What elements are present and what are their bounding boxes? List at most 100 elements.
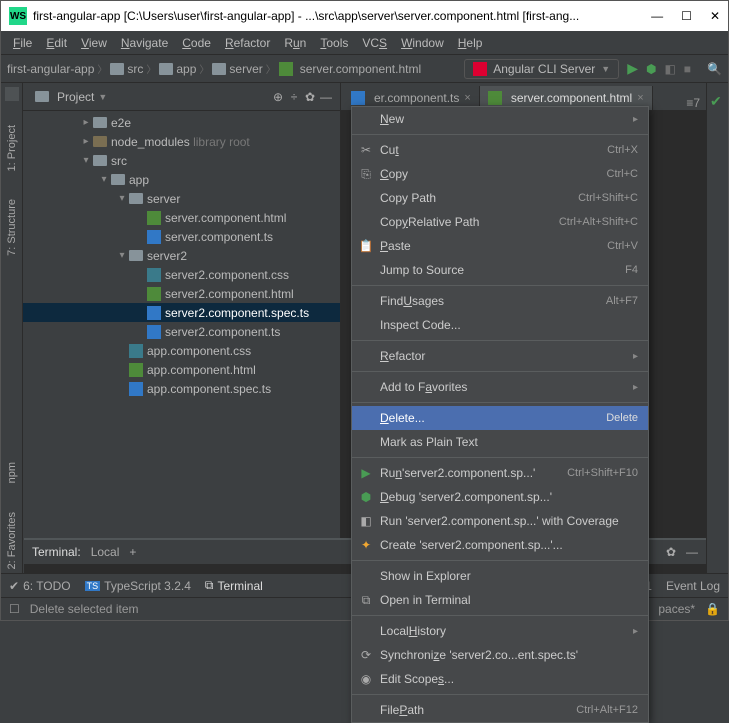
terminal-label: Terminal: [32, 545, 81, 559]
tree-e2e[interactable]: e2e [111, 116, 131, 130]
ctx-new[interactable]: New▸ [352, 107, 648, 131]
menu-navigate[interactable]: Navigate [115, 34, 174, 52]
crumb-file[interactable]: server.component.html [300, 62, 421, 76]
ctx-inspect-code[interactable]: Inspect Code... [352, 313, 648, 337]
folder-icon [35, 91, 49, 102]
tree-node-modules[interactable]: node_modules [111, 135, 190, 149]
ctx-jump-to-source[interactable]: Jump to SourceF4 [352, 258, 648, 282]
ctx-refactor[interactable]: Refactor▸ [352, 344, 648, 368]
locate-icon[interactable]: ⊕ [270, 90, 286, 104]
gear-icon[interactable]: ✿ [666, 545, 676, 559]
left-gutter: 1: Project 7: Structure npm 2: Favorites [1, 83, 23, 573]
tree-app-css[interactable]: app.component.css [147, 344, 251, 358]
menu-refactor[interactable]: Refactor [219, 34, 276, 52]
ctx-run[interactable]: ▶Run 'server2.component.sp...'Ctrl+Shift… [352, 461, 648, 485]
tree-server[interactable]: server [147, 192, 180, 206]
chevron-down-icon: ▼ [98, 92, 107, 102]
ctx-explorer[interactable]: Show in Explorer [352, 564, 648, 588]
window-title: first-angular-app [C:\Users\user\first-a… [33, 9, 651, 23]
menu-tools[interactable]: Tools [314, 34, 354, 52]
status-lock-icon[interactable]: 🔒 [705, 602, 720, 616]
menu-run[interactable]: Run [278, 34, 312, 52]
angular-icon [473, 62, 487, 76]
html-icon [488, 91, 502, 105]
close-icon[interactable]: ✕ [710, 9, 720, 23]
check-icon: ✔ [710, 93, 722, 110]
menu-code[interactable]: Code [176, 34, 217, 52]
terminal-tab-local[interactable]: Local [91, 545, 120, 559]
maximize-icon[interactable]: ☐ [681, 9, 692, 23]
hide-icon[interactable]: — [318, 90, 334, 104]
close-icon[interactable]: × [464, 92, 470, 104]
tree-server2-ts[interactable]: server2.component.ts [165, 325, 280, 339]
menu-vcs[interactable]: VCS [356, 34, 393, 52]
ctx-mark-plain[interactable]: Mark as Plain Text [352, 430, 648, 454]
tree-app-html[interactable]: app.component.html [147, 363, 256, 377]
ctx-local-history[interactable]: Local History▸ [352, 619, 648, 643]
right-gutter: ✔ [706, 83, 728, 573]
folder-icon [159, 63, 173, 75]
project-sidebar: Project ▼ ⊕ ÷ ✿ — ▸e2e ▸node_modules lib… [23, 83, 341, 573]
ctx-coverage[interactable]: ◧Run 'server2.component.sp...' with Cove… [352, 509, 648, 533]
ctx-copy-path[interactable]: Copy PathCtrl+Shift+C [352, 186, 648, 210]
ctx-create-config[interactable]: ✦Create 'server2.component.sp...'... [352, 533, 648, 557]
ctx-file-path[interactable]: File PathCtrl+Alt+F12 [352, 698, 648, 722]
tree-server2-spec[interactable]: server2.component.spec.ts [165, 306, 309, 320]
tool-npm[interactable]: npm [6, 458, 18, 487]
project-tree[interactable]: ▸e2e ▸node_modules library root ▾src ▾ap… [23, 111, 340, 573]
minimize-icon[interactable]: — [651, 9, 663, 23]
ctx-debug[interactable]: ⬢Debug 'server2.component.sp...' [352, 485, 648, 509]
run-config-selector[interactable]: Angular CLI Server ▼ [464, 59, 619, 79]
tool-typescript[interactable]: TSTypeScript 3.2.4 [85, 579, 191, 593]
menu-help[interactable]: Help [452, 34, 489, 52]
ctx-add-to-favorites[interactable]: Add to Favorites▸ [352, 375, 648, 399]
tree-server2-html[interactable]: server2.component.html [165, 287, 294, 301]
tool-project[interactable]: 1: Project [6, 121, 18, 175]
event-log[interactable]: Event Log [666, 579, 720, 593]
tree-app[interactable]: app [129, 173, 149, 187]
ctx-find-usages[interactable]: Find UsagesAlt+F7 [352, 289, 648, 313]
tree-app-spec[interactable]: app.component.spec.ts [147, 382, 271, 396]
crumb-server[interactable]: server [229, 62, 262, 76]
collapse-icon[interactable]: ÷ [286, 90, 302, 104]
terminal-add-tab[interactable]: + [129, 545, 136, 559]
menu-edit[interactable]: Edit [40, 34, 73, 52]
tool-terminal[interactable]: ⧉Terminal [205, 578, 263, 593]
ctx-cut[interactable]: ✂CutCtrl+X [352, 138, 648, 162]
ctx-paste[interactable]: 📋PasteCtrl+V [352, 234, 648, 258]
debug-icon[interactable]: ⬢ [646, 62, 656, 76]
close-icon[interactable]: × [637, 92, 643, 104]
tree-src[interactable]: src [111, 154, 127, 168]
tree-server2[interactable]: server2 [147, 249, 187, 263]
tree-server2-css[interactable]: server2.component.css [165, 268, 289, 282]
coverage-icon[interactable]: ◧ [664, 62, 675, 76]
ctx-copy-relative-path[interactable]: Copy Relative PathCtrl+Alt+Shift+C [352, 210, 648, 234]
stop-icon[interactable]: ■ [684, 62, 691, 76]
status-spaces[interactable]: paces* [658, 602, 695, 616]
search-icon[interactable]: 🔍 [707, 62, 722, 76]
tree-server-ts[interactable]: server.component.ts [165, 230, 273, 244]
crumb-src[interactable]: src [127, 62, 143, 76]
ctx-edit-scopes[interactable]: ◉Edit Scopes... [352, 667, 648, 691]
ctx-delete[interactable]: Delete...Delete [352, 406, 648, 430]
tool-structure[interactable]: 7: Structure [6, 195, 18, 260]
menu-view[interactable]: View [75, 34, 113, 52]
ctx-synchronize[interactable]: ⟳Synchronize 'server2.co...ent.spec.ts' [352, 643, 648, 667]
project-view-selector[interactable]: Project ▼ [29, 88, 113, 106]
crumb-app[interactable]: app [176, 62, 196, 76]
settings-icon[interactable]: ✿ [302, 90, 318, 104]
menu-window[interactable]: Window [395, 34, 450, 52]
breadcrumb[interactable]: first-angular-app〉 src〉 app〉 server〉 ser… [7, 61, 464, 76]
tool-favorites[interactable]: 2: Favorites [6, 508, 18, 573]
menu-file[interactable]: File [7, 34, 38, 52]
crumb-root[interactable]: first-angular-app [7, 62, 94, 76]
ctx-open-terminal[interactable]: ⧉Open in Terminal [352, 588, 648, 612]
run-icon[interactable]: ▶ [627, 60, 638, 77]
tool-todo[interactable]: ✔6: TODO [9, 579, 71, 593]
project-tool-icon[interactable] [5, 87, 19, 101]
ctx-copy[interactable]: ⎘CopyCtrl+C [352, 162, 648, 186]
folder-icon [111, 174, 125, 185]
html-icon [129, 363, 143, 377]
hide-icon[interactable]: — [686, 545, 698, 559]
tree-server-html[interactable]: server.component.html [165, 211, 286, 225]
